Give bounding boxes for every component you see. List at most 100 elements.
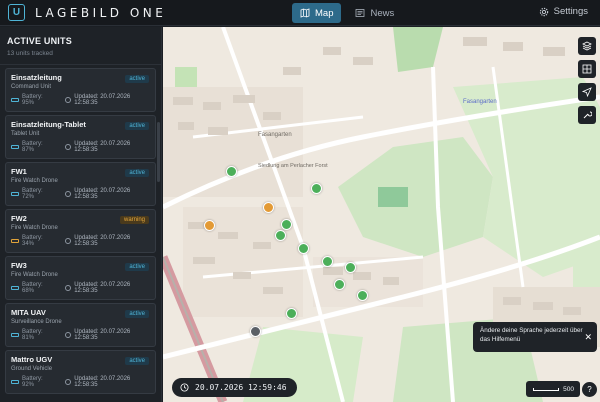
unit-meta: Battery: 68% Updated: 20.07.2026 12:58:3… [11,282,155,294]
gear-icon [539,7,548,16]
grid-button[interactable] [578,60,596,78]
status-badge: active [125,357,149,365]
sidebar-scrollbar[interactable] [157,122,160,182]
unit-marker[interactable] [204,220,215,231]
map-scale: 500 [526,381,580,397]
unit-card[interactable]: Einsatzleitung Command Unit active Batte… [5,68,156,112]
unit-meta: Battery: 81% Updated: 20.07.2026 12:58:3… [11,329,155,341]
layers-icon [582,41,592,51]
unit-marker[interactable] [226,166,237,177]
status-badge: warning [119,216,149,224]
wrench-icon [583,111,592,119]
unit-marker[interactable] [357,290,368,301]
nav-map-button[interactable]: Map [292,3,342,23]
unit-marker[interactable] [263,202,274,213]
unit-meta: Battery: 72% Updated: 20.07.2026 12:58:3… [11,188,155,200]
unit-marker[interactable] [250,326,261,337]
battery-icon [11,333,19,337]
help-button[interactable]: ? [582,382,597,397]
app-logo: U [8,4,25,21]
battery-icon [11,286,19,290]
nav-map-label: Map [315,7,334,19]
unit-updated: Updated: 20.07.2026 12:58:35 [74,329,131,341]
map-view[interactable]: Fasangarten Fasangarten Siedlung am Perl… [163,27,600,402]
battery-icon [11,239,19,243]
status-badge: active [125,310,149,318]
scale-bar [533,387,560,391]
settings-button[interactable]: Settings [539,6,588,17]
unit-battery: Battery: 87% [21,141,43,153]
unit-updated: Updated: 20.07.2026 12:58:35 [74,235,131,247]
unit-marker[interactable] [286,308,297,319]
sidebar-subtitle: 13 units tracked [7,50,53,57]
unit-meta: Battery: 34% Updated: 20.07.2026 12:58:3… [11,235,155,247]
news-icon [356,9,365,17]
map-label-fasangarten: Fasangarten [258,132,292,138]
unit-battery: Battery: 92% [21,376,43,388]
unit-updated: Updated: 20.07.2026 12:58:35 [74,376,131,388]
unit-card[interactable]: FW3 Fire Watch Drone active Battery: 68%… [5,256,156,300]
clock-icon [65,379,72,385]
clock-icon [65,191,72,197]
locate-button[interactable] [578,83,596,101]
unit-marker[interactable] [298,243,309,254]
unit-updated: Updated: 20.07.2026 12:58:35 [74,188,131,200]
clock-icon [65,238,72,244]
battery-icon [11,380,19,384]
unit-marker[interactable] [322,256,333,267]
unit-card[interactable]: FW2 Fire Watch Drone warning Battery: 34… [5,209,156,253]
unit-card[interactable]: Einsatzleitung-Tablet Tablet Unit active… [5,115,156,159]
unit-list: Einsatzleitung Command Unit active Batte… [0,65,161,400]
tools-button[interactable] [578,106,596,124]
unit-marker[interactable] [311,183,322,194]
unit-battery: Battery: 68% [21,282,43,294]
unit-type: Fire Watch Drone [11,272,58,278]
settings-label: Settings [553,6,588,17]
datetime-display: 20.07.2026 12:59:46 [172,378,297,397]
unit-battery: Battery: 72% [21,188,43,200]
map-label-siedlung: Siedlung am Perlacher Forst [258,163,328,169]
unit-marker[interactable] [334,279,345,290]
layers-button[interactable] [578,37,596,55]
map-label-station: Fasangarten [463,99,497,105]
unit-type: Fire Watch Drone [11,225,58,231]
unit-card[interactable]: MITA UAV Surveillance Drone active Batte… [5,303,156,347]
status-badge: active [125,263,149,271]
status-badge: active [125,169,149,177]
units-sidebar: ACTIVE UNITS 13 units tracked Einsatzlei… [0,27,162,402]
unit-meta: Battery: 92% Updated: 20.07.2026 12:58:3… [11,376,155,388]
unit-marker[interactable] [281,219,292,230]
navigation-arrow-icon [582,87,592,97]
grid-icon [582,64,592,74]
language-hint-toast: Ändere deine Sprache jederzeit über das … [473,322,597,352]
main-nav: Map News [292,3,402,23]
unit-card[interactable]: Mattro UGV Ground Vehicle active Battery… [5,350,156,394]
unit-battery: Battery: 81% [21,329,43,341]
unit-type: Ground Vehicle [11,366,53,372]
app-title: LAGEBILD ONE [35,5,167,20]
battery-icon [11,98,19,102]
sidebar-header: ACTIVE UNITS 13 units tracked [0,27,161,65]
nav-news-button[interactable]: News [347,3,402,23]
datetime-text: 20.07.2026 12:59:46 [195,383,287,392]
clock-icon [65,285,72,291]
unit-meta: Battery: 95% Updated: 20.07.2026 12:58:3… [11,94,155,106]
clock-icon [180,383,189,392]
top-bar: U LAGEBILD ONE Map News Settings [0,0,600,26]
battery-icon [11,192,19,196]
battery-icon [11,145,19,149]
sidebar-title: ACTIVE UNITS [7,36,72,46]
toast-text: Ändere deine Sprache jederzeit über das … [480,327,583,343]
unit-card[interactable]: FW1 Fire Watch Drone active Battery: 72%… [5,162,156,206]
status-badge: active [125,75,149,83]
close-icon[interactable]: ✕ [584,331,592,344]
unit-marker[interactable] [345,262,356,273]
clock-icon [65,332,72,338]
unit-battery: Battery: 95% [21,94,43,106]
unit-marker[interactable] [275,230,286,241]
unit-updated: Updated: 20.07.2026 12:58:35 [74,141,131,153]
unit-type: Command Unit [11,84,52,90]
unit-battery: Battery: 34% [21,235,43,247]
unit-updated: Updated: 20.07.2026 12:58:35 [74,94,131,106]
map-icon [300,8,310,18]
